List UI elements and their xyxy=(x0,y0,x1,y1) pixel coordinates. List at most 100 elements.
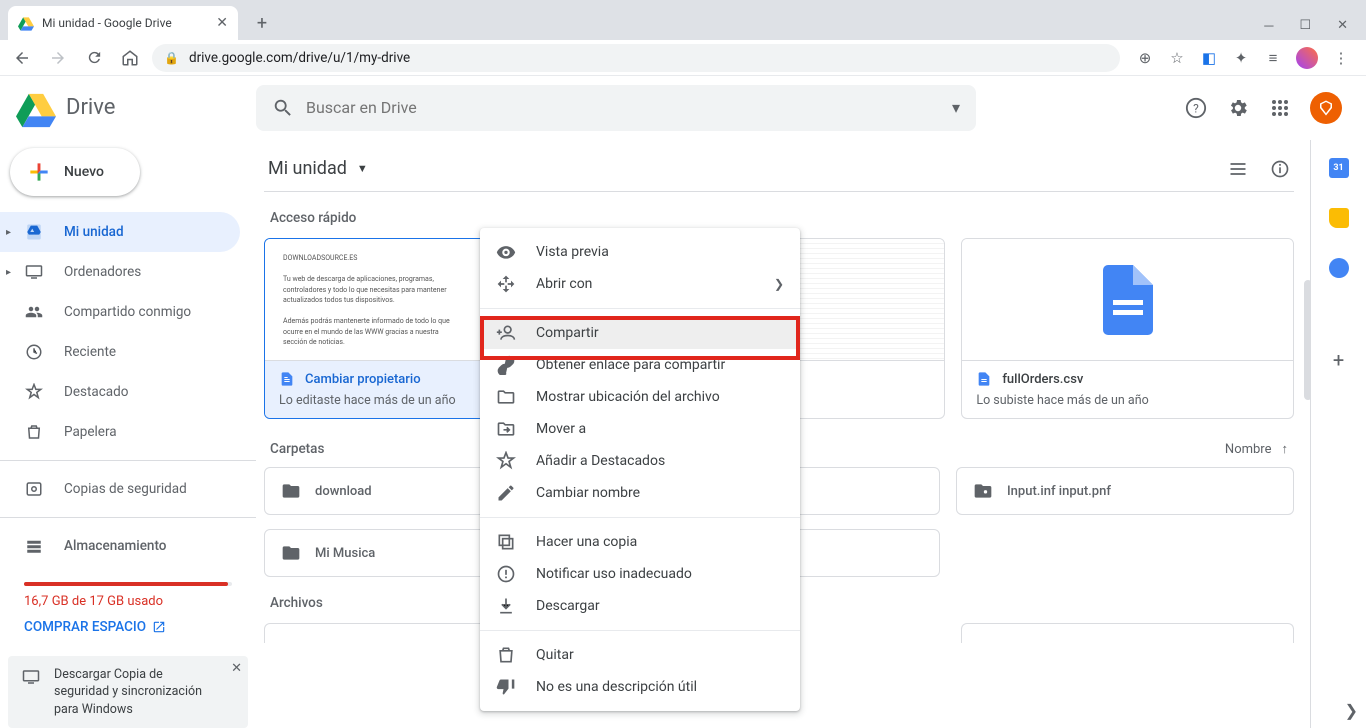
storage-bar xyxy=(24,582,232,586)
ctx-get-link[interactable]: Obtener enlace para compartir xyxy=(480,349,800,381)
quick-access-card[interactable]: fullOrders.csv Lo subiste hace más de un… xyxy=(961,238,1294,419)
ctx-not-useful[interactable]: No es una descripción útil xyxy=(480,671,800,703)
trash-icon xyxy=(496,645,516,665)
ctx-move-to[interactable]: Mover a xyxy=(480,413,800,445)
drive-logo[interactable]: Drive xyxy=(16,88,256,128)
scrollbar[interactable] xyxy=(1304,280,1310,400)
eye-icon xyxy=(496,242,516,262)
toast-close-icon[interactable]: ✕ xyxy=(231,660,242,678)
ctx-share[interactable]: Compartir xyxy=(480,317,800,349)
backup-icon xyxy=(24,480,44,498)
minimize-icon[interactable]: ─ xyxy=(1264,18,1273,34)
ctx-make-copy[interactable]: Hacer una copia xyxy=(480,526,800,558)
tab-close-icon[interactable]: ✕ xyxy=(216,15,228,31)
puzzle-icon[interactable]: ✦ xyxy=(1232,49,1250,67)
forward-button[interactable] xyxy=(44,44,72,72)
keep-icon[interactable] xyxy=(1329,208,1349,228)
ctx-open-with[interactable]: Abrir con❯ xyxy=(480,268,800,300)
list-view-icon[interactable] xyxy=(1228,159,1248,179)
calendar-icon[interactable]: 31 xyxy=(1329,158,1349,178)
caret-icon[interactable]: ▸ xyxy=(6,227,11,238)
folder-icon xyxy=(281,481,301,501)
nav-shared[interactable]: Compartido conmigo xyxy=(0,292,240,332)
ctx-show-location[interactable]: Mostrar ubicación del archivo xyxy=(480,381,800,413)
menu-icon[interactable]: ⋮ xyxy=(1332,49,1350,67)
shared-folder-icon xyxy=(973,481,993,501)
context-menu: Vista previa Abrir con❯ Compartir Obtene… xyxy=(480,228,800,711)
star-icon xyxy=(496,451,516,471)
person-add-icon xyxy=(496,323,516,343)
open-with-icon xyxy=(496,274,516,294)
extension-icon[interactable]: ◧ xyxy=(1200,49,1218,67)
expand-rail-icon[interactable]: ❯ xyxy=(1345,701,1358,720)
ctx-add-star[interactable]: Añadir a Destacados xyxy=(480,445,800,477)
maximize-icon[interactable]: ☐ xyxy=(1299,18,1311,34)
reading-list-icon[interactable]: ≡ xyxy=(1264,49,1282,67)
search-bar[interactable]: ▾ xyxy=(256,85,976,131)
address-bar[interactable]: 🔒 drive.google.com/drive/u/1/my-drive xyxy=(152,44,1120,72)
ctx-preview[interactable]: Vista previa xyxy=(480,236,800,268)
ctx-download[interactable]: Descargar xyxy=(480,590,800,622)
ctx-report[interactable]: Notificar uso inadecuado xyxy=(480,558,800,590)
ctx-remove[interactable]: Quitar xyxy=(480,639,800,671)
profile-avatar[interactable] xyxy=(1296,47,1318,69)
ctx-rename[interactable]: Cambiar nombre xyxy=(480,477,800,509)
nav-computers[interactable]: ▸ Ordenadores xyxy=(0,252,240,292)
nav-trash[interactable]: Papelera xyxy=(0,412,240,452)
recent-icon xyxy=(24,343,44,361)
browser-tab[interactable]: Mi unidad - Google Drive ✕ xyxy=(8,6,238,40)
home-button[interactable] xyxy=(116,44,144,72)
nav-recent[interactable]: Reciente xyxy=(0,332,240,372)
storage-used-text: 16,7 GB de 17 GB usado xyxy=(24,594,256,609)
folder-card[interactable]: Input.inf input.pnf xyxy=(956,467,1294,515)
nav-my-drive[interactable]: ▸ Mi unidad xyxy=(0,212,240,252)
svg-text:?: ? xyxy=(1193,101,1199,115)
zoom-icon[interactable]: ⊕ xyxy=(1136,49,1154,67)
url-text: drive.google.com/drive/u/1/my-drive xyxy=(189,50,410,66)
window-controls: ─ ☐ ✕ xyxy=(1264,18,1366,40)
path-dropdown-icon[interactable]: ▼ xyxy=(357,162,368,175)
apps-icon[interactable] xyxy=(1268,96,1292,120)
folder-icon xyxy=(281,543,301,563)
sort-by-name[interactable]: Nombre ↑ xyxy=(1225,441,1288,457)
search-dropdown-icon[interactable]: ▾ xyxy=(952,98,960,117)
search-input[interactable] xyxy=(306,98,952,117)
backup-toast[interactable]: Descargar Copia de seguridad y sincroniz… xyxy=(8,656,248,728)
link-icon xyxy=(496,355,516,375)
tasks-icon[interactable] xyxy=(1329,258,1349,278)
download-icon xyxy=(496,596,516,616)
new-tab-button[interactable]: + xyxy=(248,9,276,37)
thumb-down-icon xyxy=(496,677,516,697)
extension-icons: ⊕ ☆ ◧ ✦ ≡ ⋮ xyxy=(1128,47,1358,69)
desktop-icon xyxy=(22,668,40,686)
file-card[interactable] xyxy=(961,623,1294,643)
folder-icon xyxy=(496,387,516,407)
reload-button[interactable] xyxy=(80,44,108,72)
close-icon[interactable]: ✕ xyxy=(1337,18,1348,34)
breadcrumb: Mi unidad ▼ xyxy=(264,152,1294,192)
buy-storage-link[interactable]: COMPRAR ESPACIO xyxy=(24,619,256,635)
chevron-right-icon: ❯ xyxy=(774,277,784,291)
nav-backups[interactable]: Copias de seguridad xyxy=(0,469,240,509)
bookmark-icon[interactable]: ☆ xyxy=(1168,49,1186,67)
nav-storage[interactable]: Almacenamiento xyxy=(0,526,240,566)
add-addon-icon[interactable]: + xyxy=(1333,348,1344,372)
details-icon[interactable] xyxy=(1270,159,1290,179)
app-name: Drive xyxy=(66,95,115,120)
account-avatar[interactable] xyxy=(1310,92,1342,124)
new-label: Nuevo xyxy=(64,164,104,180)
nav-starred[interactable]: Destacado xyxy=(0,372,240,412)
sidebar: Nuevo ▸ Mi unidad ▸ Ordenadores Comparti… xyxy=(0,140,256,728)
copy-icon xyxy=(496,532,516,552)
new-button[interactable]: Nuevo xyxy=(10,148,140,196)
path-root[interactable]: Mi unidad xyxy=(268,158,347,179)
caret-icon[interactable]: ▸ xyxy=(6,267,11,278)
settings-icon[interactable] xyxy=(1226,96,1250,120)
help-icon[interactable]: ? xyxy=(1184,96,1208,120)
back-button[interactable] xyxy=(8,44,36,72)
move-icon xyxy=(496,419,516,439)
arrow-up-icon: ↑ xyxy=(1282,441,1289,457)
tab-title: Mi unidad - Google Drive xyxy=(42,16,172,30)
rename-icon xyxy=(496,483,516,503)
trash-icon xyxy=(24,423,44,441)
